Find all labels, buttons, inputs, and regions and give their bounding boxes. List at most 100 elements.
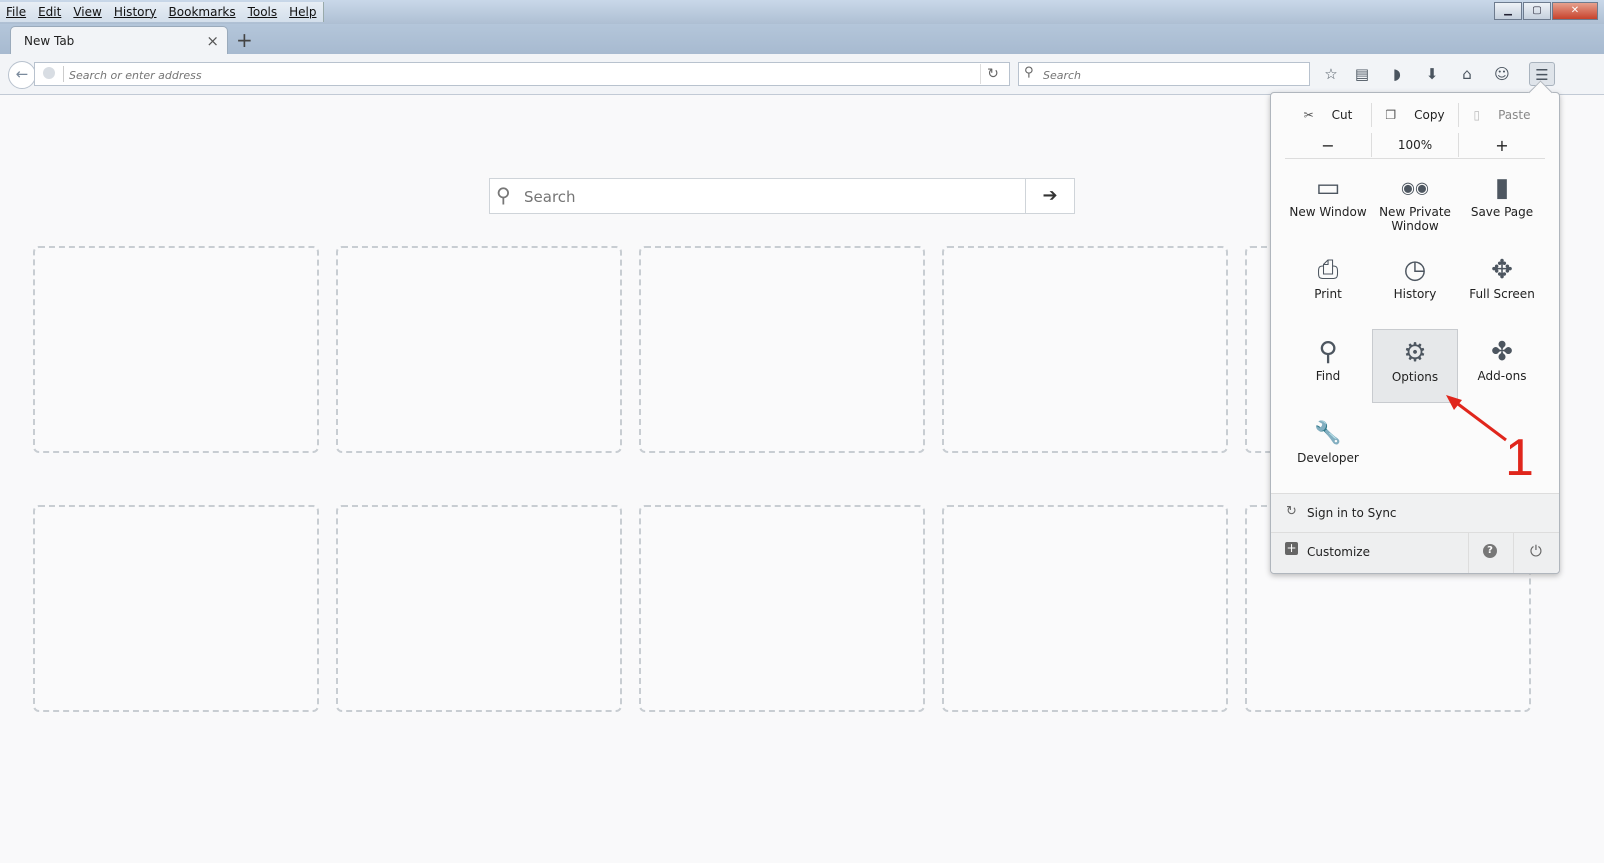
navigation-bar: ← ↻ ⚲ ☆ ▤ ◗ ⬇ ⌂ ☺ ☰ [0,54,1604,95]
save-page-button[interactable]: ▮ Save Page [1459,165,1545,239]
site-tile[interactable] [33,505,319,712]
customize-button[interactable]: + Customize [1271,533,1467,573]
site-identity-icon[interactable] [43,67,55,79]
history-label: History [1393,287,1437,301]
save-page-label: Save Page [1470,205,1534,219]
private-mask-icon: ◉◉ [1401,178,1429,197]
minimize-button[interactable]: ▁ [1494,2,1522,20]
help-button[interactable]: ? [1468,533,1513,573]
full-screen-label: Full Screen [1469,287,1535,301]
site-tile[interactable] [33,246,319,453]
zoom-reset-button[interactable]: 100% [1371,133,1458,157]
cut-label: Cut [1331,108,1353,122]
url-bar[interactable]: ↻ [34,62,1010,86]
menu-bookmarks[interactable]: Bookmarks [163,2,242,22]
gear-icon: ⚙ [1403,338,1427,368]
paste-icon: ▯ [1473,108,1481,122]
save-page-icon: ▮ [1494,173,1510,203]
customize-label: Customize [1307,545,1370,559]
puzzle-icon: ✤ [1491,337,1513,367]
sign-in-to-sync-button[interactable]: ↻ Sign in to Sync [1271,493,1559,532]
zoom-out-button[interactable]: − [1285,133,1371,157]
find-button[interactable]: ⚲ Find [1285,329,1371,403]
site-tile[interactable] [336,246,622,453]
url-separator [63,66,64,82]
new-private-window-label: New Private Window [1379,205,1451,233]
edit-controls: ✂ Cut ❐ Copy ▯ Paste [1285,103,1545,127]
cut-button[interactable]: ✂ Cut [1285,103,1371,127]
home-icon[interactable]: ⌂ [1454,62,1480,86]
search-go-button[interactable]: ➔ [1025,179,1074,213]
new-private-window-button[interactable]: ◉◉ New Private Window [1372,165,1458,239]
search-input[interactable] [1041,65,1305,85]
menu-help[interactable]: Help [283,2,322,22]
clock-icon: ◷ [1403,255,1427,285]
print-label: Print [1314,287,1342,301]
url-input[interactable] [67,65,971,85]
menu-edit[interactable]: Edit [32,2,67,22]
menu-panel: ✂ Cut ❐ Copy ▯ Paste − 100% + ▭ New Wind… [1270,80,1560,574]
magnifier-icon: ⚲ [1318,337,1338,367]
fullscreen-icon: ✥ [1491,255,1513,285]
search-bar[interactable]: ⚲ [1018,62,1310,86]
copy-icon: ❐ [1385,108,1397,122]
search-icon: ⚲ [496,183,511,207]
find-label: Find [1315,369,1341,383]
history-button[interactable]: ◷ History [1372,247,1458,321]
sync-icon: ↻ [1286,504,1297,519]
annotation-number: 1 [1505,429,1534,487]
new-window-button[interactable]: ▭ New Window [1285,165,1371,239]
scissors-icon: ✂ [1303,108,1314,122]
menu-history[interactable]: History [108,2,163,22]
paste-label: Paste [1498,108,1531,122]
plus-box-icon: + [1285,541,1298,555]
divider [1285,158,1545,159]
new-window-label: New Window [1289,205,1367,219]
paste-button[interactable]: ▯ Paste [1458,103,1545,127]
hello-chat-icon[interactable]: ☺ [1489,62,1515,86]
bookmark-star-icon[interactable]: ☆ [1318,62,1344,86]
menu-tools[interactable]: Tools [242,2,284,22]
options-label: Options [1391,370,1439,384]
tab-title: New Tab [24,34,75,48]
reload-icon[interactable]: ↻ [980,64,1005,84]
pocket-icon[interactable]: ◗ [1384,62,1410,86]
tab-close-icon[interactable]: × [206,32,219,50]
copy-label: Copy [1414,108,1445,122]
back-button[interactable]: ← [8,61,36,89]
sync-label: Sign in to Sync [1307,506,1397,520]
zoom-controls: − 100% + [1285,133,1545,157]
close-window-button[interactable]: ✕ [1552,2,1598,20]
newtab-search-input[interactable] [522,186,1006,208]
add-ons-label: Add-ons [1477,369,1527,383]
menu-view[interactable]: View [67,2,107,22]
new-tab-button[interactable]: + [236,28,253,52]
site-tile[interactable] [336,505,622,712]
back-arrow-icon: ← [15,65,29,83]
maximize-button[interactable]: ▢ [1523,2,1551,20]
footer-row: + Customize ? ⏻ [1271,532,1559,573]
copy-button[interactable]: ❐ Copy [1371,103,1458,127]
bookmarks-menu-icon[interactable]: ▤ [1349,62,1375,86]
site-tile[interactable] [942,246,1228,453]
site-tile[interactable] [639,505,925,712]
full-screen-button[interactable]: ✥ Full Screen [1459,247,1545,321]
window-controls: ▁ ▢ ✕ [1493,2,1598,20]
print-button[interactable]: ⎙ Print [1285,247,1371,321]
downloads-icon[interactable]: ⬇ [1419,62,1445,86]
site-tile[interactable] [942,505,1228,712]
annotation-arrow-head [1446,395,1462,410]
wrench-icon: 🔧 [1314,421,1342,446]
newtab-search[interactable]: ⚲ ➔ [489,178,1075,214]
printer-icon: ⎙ [1317,255,1339,285]
help-icon: ? [1483,544,1497,558]
site-tile[interactable] [639,246,925,453]
tab-new-tab[interactable]: New Tab × [10,26,228,55]
developer-button[interactable]: 🔧 Developer [1285,411,1371,485]
menu-bar: File Edit View History Bookmarks Tools H… [0,2,324,22]
tab-strip: New Tab × + [0,24,1604,55]
search-icon: ⚲ [1024,65,1034,80]
quit-button[interactable]: ⏻ [1513,533,1560,573]
zoom-in-button[interactable]: + [1458,133,1545,157]
menu-file[interactable]: File [0,2,32,22]
